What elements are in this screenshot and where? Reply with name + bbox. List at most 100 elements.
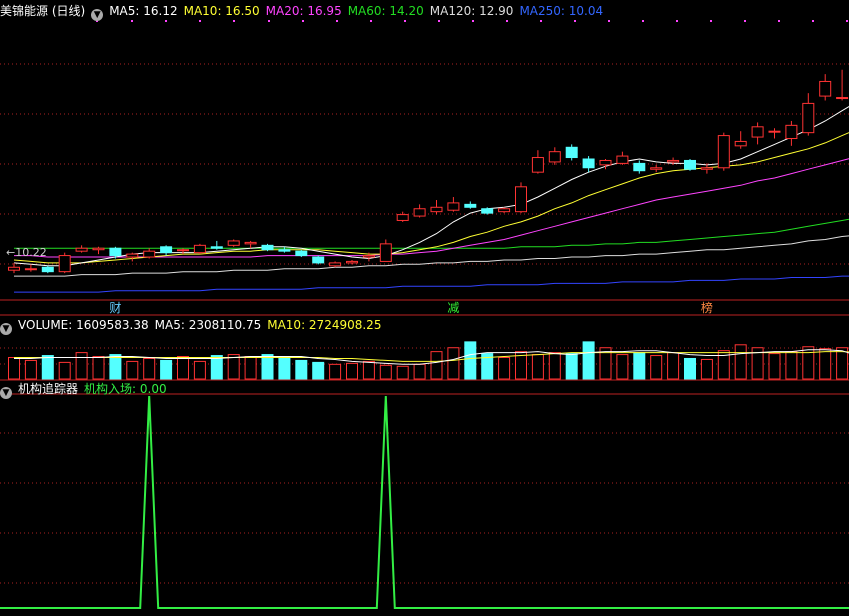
candle-body-up bbox=[396, 214, 409, 221]
signal-dot bbox=[608, 20, 610, 22]
signal-dot bbox=[438, 20, 440, 22]
candle-body-up bbox=[802, 102, 815, 134]
volume-bar-up bbox=[785, 351, 798, 380]
candle-body-down bbox=[582, 158, 595, 169]
volume-ma5-label: MA5: 2308110.75 bbox=[154, 318, 262, 332]
candle-body-down bbox=[210, 246, 223, 249]
signal-dot bbox=[812, 20, 814, 22]
candle-body-up bbox=[58, 255, 71, 273]
volume-bar-down bbox=[160, 359, 173, 380]
signal-dot bbox=[268, 20, 270, 22]
signal-dot bbox=[710, 20, 712, 22]
volume-bar-up bbox=[244, 356, 257, 380]
candle-body-down bbox=[633, 162, 646, 172]
volume-bar-up bbox=[58, 361, 71, 380]
volume-bar-down bbox=[41, 355, 54, 380]
candle-body-down bbox=[312, 256, 325, 264]
volume-bar-up bbox=[616, 354, 629, 380]
candle-body-up bbox=[531, 157, 544, 173]
volume-bar-up bbox=[379, 364, 392, 380]
chart-canvas: 财减榜 bbox=[0, 20, 849, 609]
event-marker: 财 bbox=[109, 301, 121, 315]
volume-bar-up bbox=[700, 358, 713, 380]
volume-bar-down bbox=[464, 341, 477, 380]
signal-dot bbox=[676, 20, 678, 22]
candle-body-up bbox=[75, 247, 88, 252]
volume-bar-up bbox=[802, 346, 815, 380]
volume-bar-down bbox=[633, 352, 646, 380]
signal-dot bbox=[370, 20, 372, 22]
dropdown-icon[interactable]: ▼ bbox=[0, 387, 12, 399]
candle-body-up bbox=[177, 249, 189, 252]
ma250-label: MA250: 10.04 bbox=[519, 4, 604, 18]
signal-dot bbox=[131, 20, 133, 22]
candle-body-down bbox=[464, 203, 477, 208]
main-chart-header: 美锦能源 (日线) ▼ MA5: 16.12 MA10: 16.50 MA20: 16.… bbox=[0, 3, 609, 21]
volume-bar-up bbox=[650, 355, 663, 380]
candle-body-up bbox=[447, 202, 460, 211]
indicator-value: 机构入场: 0.00 bbox=[84, 382, 167, 396]
candle-body-up bbox=[92, 247, 105, 251]
ma5-label: MA5: 16.12 bbox=[109, 4, 178, 18]
candle-body-up bbox=[193, 244, 206, 254]
ma20-line bbox=[14, 158, 849, 258]
signal-dot bbox=[540, 20, 542, 22]
ma120-line bbox=[14, 235, 849, 277]
volume-bar-up bbox=[447, 347, 460, 380]
candle-body-up bbox=[548, 151, 561, 163]
volume-bar-up bbox=[177, 356, 189, 380]
candle-body-up bbox=[667, 159, 680, 163]
candle-body-down bbox=[278, 249, 291, 252]
candle-body-up bbox=[650, 167, 663, 170]
volume-bar-up bbox=[92, 356, 105, 380]
volume-bar-up bbox=[667, 352, 680, 380]
candle-body-up bbox=[413, 208, 426, 217]
candle-body-down bbox=[41, 266, 54, 273]
indicator-header: ▼ 机构追踪器 机构入场: 0.00 bbox=[0, 381, 173, 399]
signal-dot bbox=[642, 20, 644, 22]
candle-body-up bbox=[734, 140, 747, 147]
candle-body-up bbox=[700, 167, 713, 170]
signal-dot bbox=[336, 20, 338, 22]
candle-body-up bbox=[379, 243, 392, 262]
volume-bar-up bbox=[126, 360, 139, 380]
event-marker: 榜 bbox=[701, 300, 713, 315]
candle-body-up bbox=[346, 260, 358, 264]
candle-body-down bbox=[481, 208, 494, 214]
signal-dot bbox=[744, 20, 746, 22]
candle-body-up bbox=[143, 250, 156, 258]
candle-body-up bbox=[819, 80, 832, 97]
volume-bar-down bbox=[295, 359, 308, 380]
volume-bar-down bbox=[582, 341, 595, 380]
candle-body-up bbox=[785, 124, 798, 140]
volume-bar-down bbox=[565, 353, 578, 380]
volume-bar-up bbox=[819, 348, 832, 380]
candle-body-down bbox=[109, 247, 122, 257]
indicator-name: 机构追踪器 bbox=[18, 382, 79, 396]
volume-bar-up bbox=[346, 362, 358, 380]
candle-body-down bbox=[565, 146, 578, 159]
event-marker: 减 bbox=[447, 301, 459, 315]
candle-body-up bbox=[515, 186, 527, 213]
candle-body-up bbox=[836, 97, 849, 100]
candle-body-up bbox=[430, 206, 443, 213]
indicator-line bbox=[0, 395, 849, 609]
candle-body-up bbox=[768, 130, 781, 133]
ma120-label: MA120: 12.90 bbox=[429, 4, 514, 18]
low-price-label: ←10.22 bbox=[6, 246, 47, 259]
ma10-label: MA10: 16.50 bbox=[183, 4, 260, 18]
volume-bar-down bbox=[312, 361, 325, 380]
candle-body-down bbox=[295, 250, 308, 257]
dropdown-icon[interactable]: ▼ bbox=[0, 323, 12, 335]
signal-dot bbox=[778, 20, 780, 22]
candle-body-up bbox=[126, 253, 139, 258]
candle-body-up bbox=[498, 208, 511, 213]
ma60-label: MA60: 14.20 bbox=[347, 4, 424, 18]
candle-body-up bbox=[717, 135, 730, 169]
volume-bar-up bbox=[329, 363, 342, 380]
volume-bar-up bbox=[413, 363, 426, 380]
volume-bar-up bbox=[396, 365, 409, 380]
candle-body-up bbox=[329, 262, 342, 267]
volume-bar-down bbox=[109, 354, 122, 380]
signal-dot bbox=[199, 20, 201, 22]
